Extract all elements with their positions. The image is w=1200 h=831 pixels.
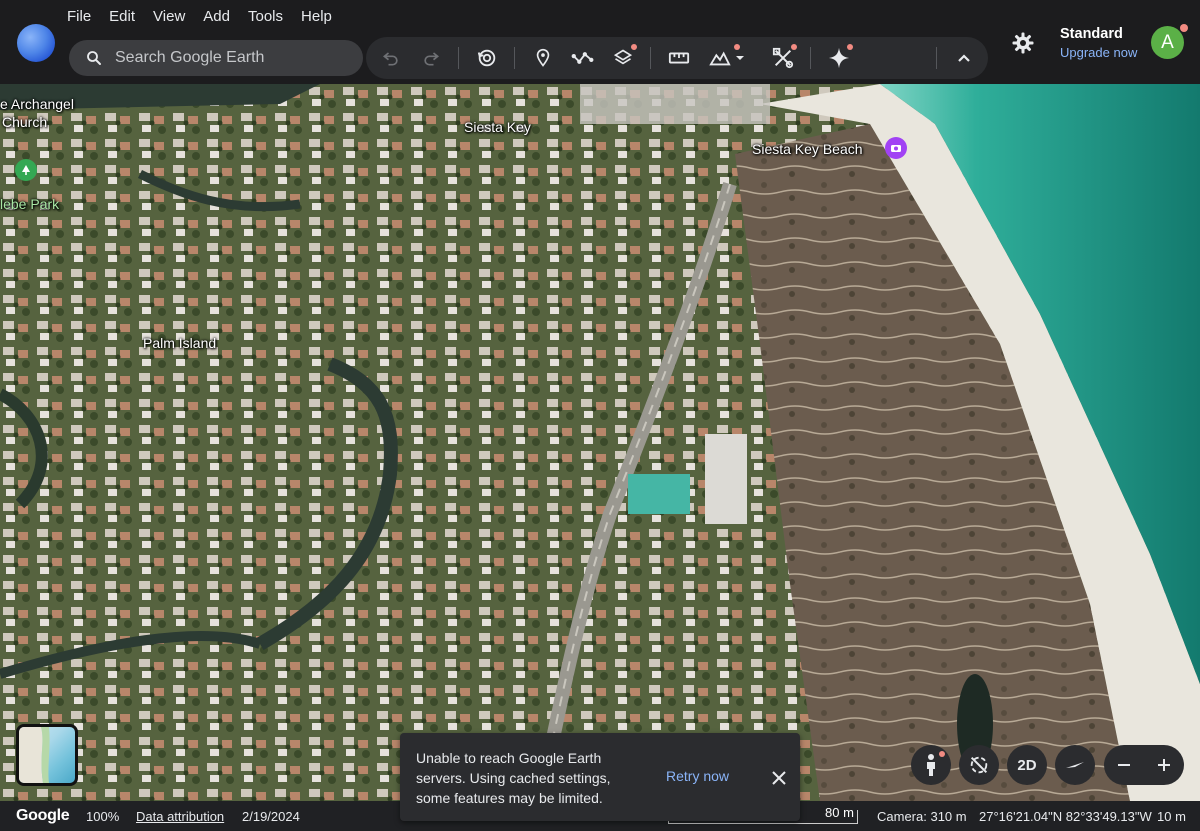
- scale-label: 80 m: [825, 805, 854, 820]
- reset-tilt-button[interactable]: [959, 745, 999, 785]
- settings-button[interactable]: [1008, 28, 1038, 58]
- view-mode-button[interactable]: 2D: [1007, 745, 1047, 785]
- gemini-notification-dot: [847, 44, 853, 50]
- zoom-controls: [1104, 745, 1184, 785]
- search-icon: [87, 51, 101, 65]
- zoom-in-button[interactable]: [1144, 745, 1184, 785]
- map-label-siesta-key-beach: Siesta Key Beach: [752, 141, 863, 157]
- minus-icon: [1118, 764, 1130, 766]
- camera-pin-icon[interactable]: [885, 137, 907, 159]
- compass-button[interactable]: [1055, 745, 1095, 785]
- menu-tools[interactable]: Tools: [239, 4, 292, 28]
- draw-path-button[interactable]: [568, 43, 598, 73]
- measure-icon: [668, 52, 690, 64]
- menu-bar: File Edit View Add Tools Help: [58, 4, 341, 28]
- menu-add[interactable]: Add: [194, 4, 239, 28]
- street-view-button[interactable]: [911, 745, 951, 785]
- connection-error-toast: Unable to reach Google Earth servers. Us…: [400, 733, 800, 821]
- collapse-toolbar-button[interactable]: [949, 43, 979, 73]
- menu-file[interactable]: File: [58, 4, 100, 28]
- gemini-button[interactable]: [824, 43, 854, 73]
- measure-button[interactable]: [664, 43, 694, 73]
- map-label-church: Church: [2, 114, 48, 130]
- top-bar: File Edit View Add Tools Help Search Goo…: [0, 0, 1200, 84]
- path-icon: [571, 52, 594, 64]
- toast-message: Unable to reach Google Earth servers. Us…: [416, 750, 611, 806]
- redo-icon: [424, 52, 440, 66]
- zoom-out-button[interactable]: [1104, 745, 1144, 785]
- close-icon: [772, 771, 786, 785]
- toast-close-button[interactable]: [768, 767, 790, 789]
- tools-notification-dot: [791, 44, 797, 50]
- layers-icon: [613, 49, 633, 65]
- redo-button[interactable]: [416, 43, 446, 73]
- compass-icon: [1066, 762, 1084, 768]
- zoom-level: 100%: [86, 809, 120, 824]
- layers-button[interactable]: [608, 43, 638, 73]
- add-placemark-button[interactable]: [528, 43, 558, 73]
- map-label-glebe-park: lebe Park: [0, 196, 60, 212]
- upgrade-link[interactable]: Upgrade now: [1060, 45, 1137, 60]
- tilt-reset-icon: [970, 756, 988, 774]
- layers-notification-dot: [631, 44, 637, 50]
- tools-button[interactable]: [768, 43, 798, 73]
- minimap[interactable]: [16, 724, 78, 786]
- avatar-notification-dot: [1180, 24, 1188, 32]
- pegman-icon: [927, 754, 935, 776]
- camera-altitude: Camera: 310 m: [877, 809, 967, 824]
- satellite-imagery: [0, 84, 1200, 801]
- plus-icon: [1158, 759, 1170, 771]
- google-earth-logo[interactable]: [17, 24, 55, 62]
- undo-icon: [382, 52, 398, 66]
- chevron-down-icon: [735, 56, 744, 60]
- menu-view[interactable]: View: [144, 4, 194, 28]
- menu-edit[interactable]: Edit: [100, 4, 144, 28]
- historical-imagery-icon: [477, 49, 496, 67]
- historical-imagery-button[interactable]: [472, 43, 502, 73]
- elevation-icon: [708, 51, 731, 66]
- gemini-icon: [828, 47, 850, 69]
- map-label-siesta-key: Siesta Key: [464, 119, 531, 135]
- map-label-archangel: e Archangel: [0, 96, 74, 112]
- undo-button[interactable]: [376, 43, 406, 73]
- ground-elevation: 10 m: [1157, 809, 1186, 824]
- search-bar[interactable]: [69, 40, 363, 76]
- retry-now-button[interactable]: Retry now: [666, 768, 729, 784]
- street-view-notification-dot: [939, 751, 945, 757]
- gear-icon: [1012, 32, 1034, 54]
- toolbar: [366, 37, 988, 79]
- elevation-notification-dot: [734, 44, 740, 50]
- park-pin-icon[interactable]: [15, 159, 37, 181]
- cursor-coordinates: 27°16'21.04"N 82°33'49.13"W: [979, 809, 1152, 824]
- menu-help[interactable]: Help: [292, 4, 341, 28]
- imagery-date: 2/19/2024: [242, 809, 300, 824]
- map-label-palm-island: Palm Island: [143, 335, 217, 351]
- map-view[interactable]: e Archangel Church Siesta Key Siesta Key…: [0, 84, 1200, 801]
- data-attribution-link[interactable]: Data attribution: [136, 809, 224, 824]
- avatar[interactable]: A: [1151, 26, 1184, 59]
- google-logo: Google: [16, 807, 70, 824]
- elevation-profile-button[interactable]: [704, 43, 750, 73]
- plan-name: Standard: [1060, 26, 1123, 42]
- tools-icon: [772, 47, 794, 69]
- placemark-icon: [536, 48, 550, 67]
- search-input[interactable]: [115, 49, 345, 67]
- chevron-up-icon: [958, 54, 970, 62]
